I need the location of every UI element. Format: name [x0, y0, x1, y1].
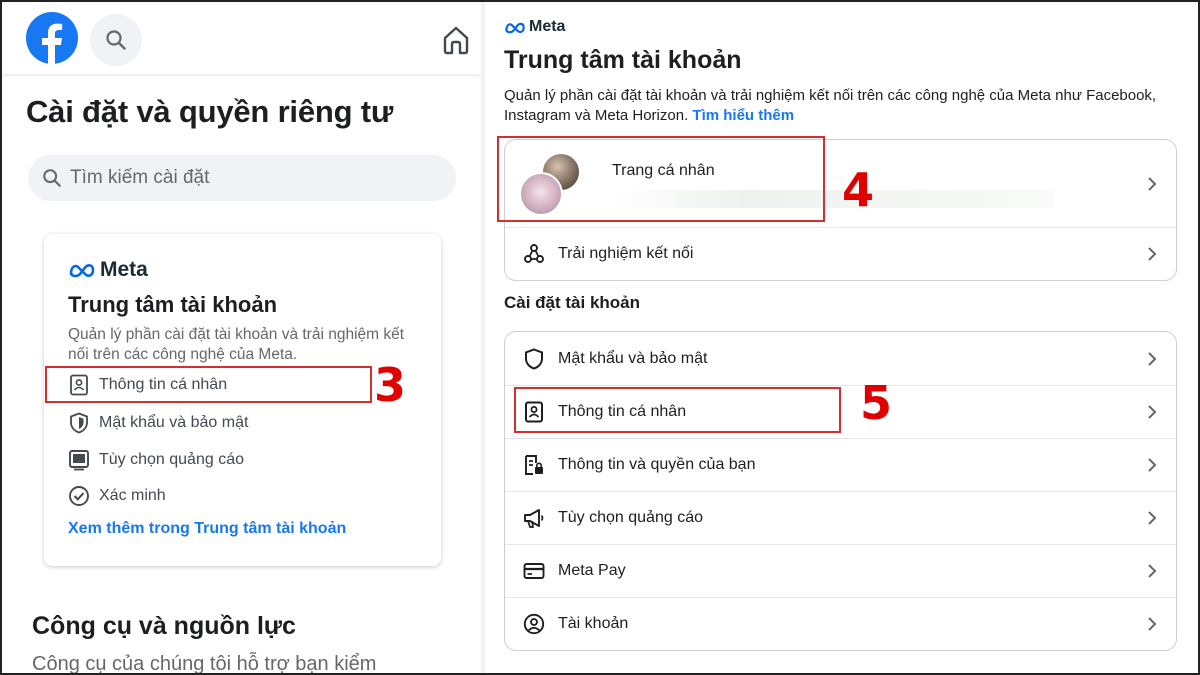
learn-more-link[interactable]: Tìm hiểu thêm	[692, 107, 794, 124]
card-item-label: Mật khẩu và bảo mật	[99, 414, 249, 431]
meta-infinity-icon	[505, 22, 525, 33]
tools-section-title: Công cụ và nguồn lực	[32, 612, 296, 640]
chevron-right-icon	[1148, 405, 1157, 419]
card-item-label: Xác minh	[99, 487, 166, 504]
home-icon	[443, 26, 469, 55]
annotation-number-5: 5	[860, 376, 893, 430]
card-item-label: Tùy chọn quảng cáo	[99, 451, 244, 468]
top-bar	[2, 2, 481, 74]
settings-row-info-permissions[interactable]: Thông tin và quyền của bạn	[505, 438, 1176, 491]
monitor-icon	[68, 449, 90, 471]
row-label: Tài khoản	[558, 615, 629, 632]
settings-row-accounts[interactable]: Tài khoản	[505, 597, 1176, 650]
page-title: Trung tâm tài khoản	[504, 46, 742, 74]
row-label: Mật khẩu và bảo mật	[558, 349, 708, 367]
meta-brand-text: Meta	[529, 18, 566, 35]
settings-row-meta-pay[interactable]: Meta Pay	[505, 544, 1176, 597]
check-circle-icon	[68, 485, 90, 507]
row-label: Tùy chọn quảng cáo	[558, 509, 703, 526]
settings-row-ad-preferences[interactable]: Tùy chọn quảng cáo	[505, 491, 1176, 544]
settings-panel: Cài đặt và quyền riêng tư Tìm kiếm cài đ…	[2, 2, 481, 673]
page-description: Quản lý phần cài đặt tài khoản và trải n…	[504, 86, 1164, 126]
row-label: Thông tin và quyền của bạn	[558, 456, 756, 473]
page-title: Cài đặt và quyền riêng tư	[26, 94, 394, 129]
card-title: Trung tâm tài khoản	[68, 292, 278, 317]
annotation-box-3	[45, 366, 372, 403]
account-settings-group: Mật khẩu và bảo mật Thông tin cá nhân Th…	[504, 331, 1177, 651]
facebook-logo-icon[interactable]	[26, 12, 78, 65]
megaphone-icon	[523, 507, 545, 529]
search-button[interactable]	[90, 14, 142, 66]
annotation-number-3: 3	[374, 358, 407, 412]
search-icon	[106, 30, 126, 50]
annotation-box-4	[497, 136, 825, 222]
meta-logo: Meta	[504, 18, 565, 36]
annotation-box-5	[514, 387, 841, 433]
info-lock-icon	[523, 454, 545, 476]
card-item-ad-preferences[interactable]: Tùy chọn quảng cáo	[68, 449, 244, 471]
home-button[interactable]	[438, 22, 474, 58]
search-placeholder: Tìm kiếm cài đặt	[70, 167, 210, 188]
description-text: Quản lý phần cài đặt tài khoản và trải n…	[504, 87, 1157, 124]
chevron-right-icon	[1148, 351, 1157, 366]
see-more-link[interactable]: Xem thêm trong Trung tâm tài khoản	[68, 520, 346, 538]
chevron-right-icon	[1148, 176, 1157, 191]
chevron-right-icon	[1148, 247, 1157, 261]
connected-nodes-icon	[523, 243, 545, 265]
chevron-right-icon	[1148, 458, 1157, 472]
row-label: Meta Pay	[558, 562, 626, 579]
row-label: Trải nghiệm kết nối	[558, 245, 694, 262]
meta-brand-text: Meta	[100, 258, 148, 281]
settings-search-input[interactable]: Tìm kiếm cài đặt	[28, 155, 456, 201]
card-description: Quản lý phần cài đặt tài khoản và trải n…	[68, 326, 405, 363]
chevron-right-icon	[1148, 564, 1157, 578]
connected-experiences-row[interactable]: Trải nghiệm kết nối	[505, 227, 1176, 280]
credit-card-icon	[523, 560, 545, 582]
search-icon	[43, 169, 61, 187]
account-settings-title: Cài đặt tài khoản	[504, 293, 641, 312]
card-item-verification[interactable]: Xác minh	[68, 485, 166, 507]
meta-infinity-icon	[69, 264, 95, 278]
shield-icon	[523, 347, 545, 370]
settings-row-password-security[interactable]: Mật khẩu và bảo mật	[505, 332, 1176, 385]
shield-icon	[68, 412, 90, 434]
annotation-number-4: 4	[842, 163, 875, 217]
accounts-center-panel: Meta Trung tâm tài khoản Quản lý phần cà…	[485, 2, 1198, 673]
tools-section-description: Công cụ của chúng tôi hỗ trợ bạn kiểm	[32, 653, 377, 673]
card-item-password-security[interactable]: Mật khẩu và bảo mật	[68, 412, 248, 434]
user-circle-icon	[523, 613, 545, 635]
chevron-right-icon	[1148, 617, 1157, 631]
chevron-right-icon	[1148, 511, 1157, 525]
meta-logo: Meta	[68, 258, 148, 282]
